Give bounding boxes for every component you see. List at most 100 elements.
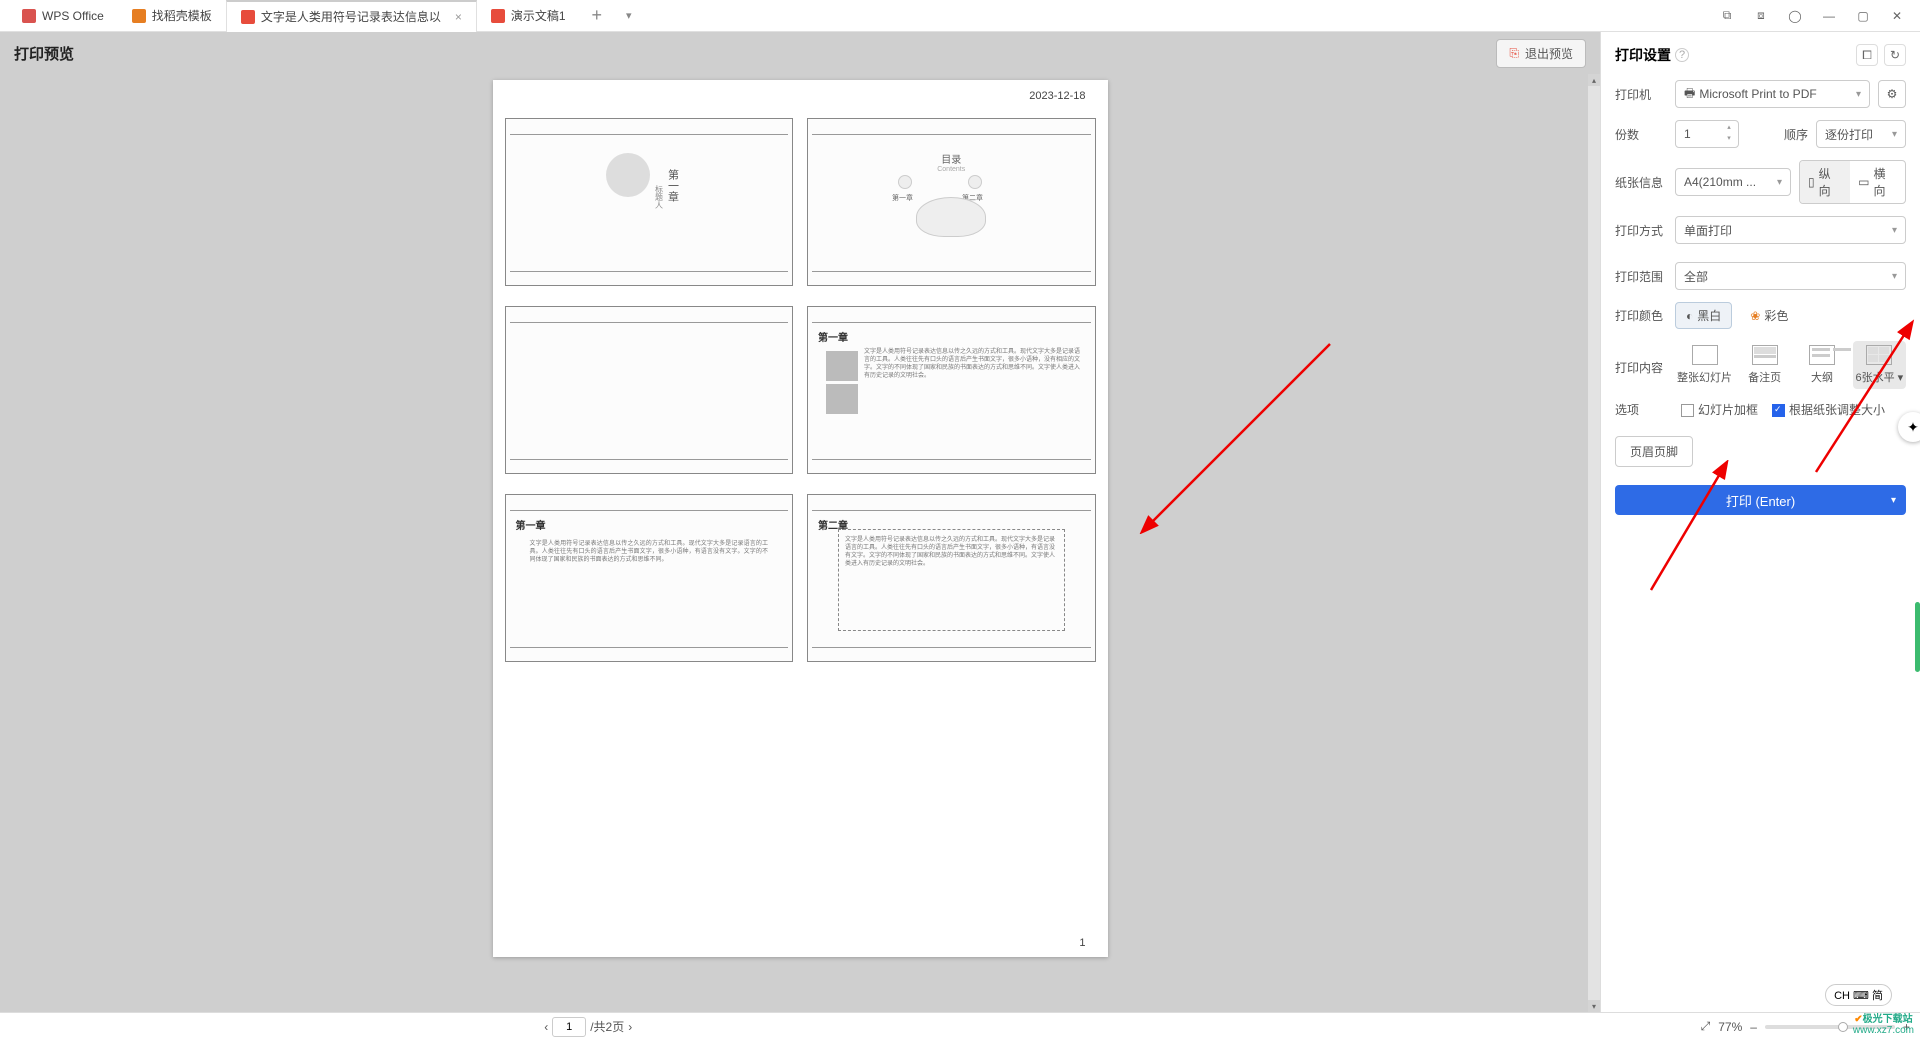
tab-wps[interactable]: WPS Office <box>8 0 118 32</box>
exit-preview-button[interactable]: ⎘ 退出预览 <box>1496 39 1586 68</box>
vertical-scrollbar[interactable]: ▴ ▾ <box>1588 74 1600 1012</box>
annotation-arrow-3 <box>1621 460 1741 600</box>
method-select[interactable]: 单面打印 ▾ <box>1675 216 1906 244</box>
close-icon[interactable]: × <box>455 10 462 24</box>
page-prev-icon[interactable]: ‹ <box>544 1020 548 1034</box>
ime-indicator[interactable]: CH ⌨ 简 <box>1825 984 1892 1006</box>
ai-assistant-icon[interactable]: ✦ <box>1898 412 1920 442</box>
page-total: /共2页 <box>590 1018 624 1035</box>
cube-icon[interactable]: ⧈ <box>1746 4 1776 28</box>
refresh-icon[interactable]: ↻ <box>1884 44 1906 66</box>
order-label: 顺序 <box>1784 126 1808 143</box>
portrait-icon: ▯ <box>1808 175 1815 189</box>
watermark: ✔极光下载站 www.xz7.com <box>1853 1014 1914 1036</box>
sidebar-toggle-icon[interactable]: ⧉ <box>1712 4 1742 28</box>
layout-icon[interactable]: ⧠ <box>1856 44 1878 66</box>
order-select[interactable]: 逐份打印 ▾ <box>1816 120 1906 148</box>
copies-value: 1 <box>1684 127 1691 141</box>
slide-thumb-1: 第一章 标题人 <box>505 118 794 286</box>
ppt-icon <box>491 9 505 23</box>
chevron-down-icon: ▾ <box>1892 225 1897 236</box>
range-value: 全部 <box>1684 268 1708 285</box>
page-date: 2023-12-18 <box>1029 90 1085 102</box>
new-tab-button[interactable]: + <box>580 5 615 26</box>
fit-icon[interactable]: ⤢ <box>1701 1019 1711 1034</box>
scroll-up-icon[interactable]: ▴ <box>1588 74 1600 86</box>
opt-frame-checkbox[interactable]: 幻灯片加框 <box>1681 401 1758 418</box>
slide-thumb-4: 第一章 文字是人类用符号记录表达信息以传之久远的方式和工具。现代文字大多是记录语… <box>807 306 1096 474</box>
paper-value: A4(210mm ... <box>1684 175 1756 189</box>
settings-title: 打印设置 <box>1615 45 1671 65</box>
landscape-icon: ▭ <box>1858 175 1869 189</box>
orientation-portrait[interactable]: ▯纵向 <box>1800 161 1850 203</box>
preview-panel: 打印预览 ⎘ 退出预览 2023-12-18 1 第一章 <box>0 32 1600 1012</box>
tab-presentation[interactable]: 演示文稿1 <box>477 0 580 32</box>
preview-title: 打印预览 <box>14 43 74 64</box>
printer-select[interactable]: 🖶 Microsoft Print to PDF ▾ <box>1675 80 1870 108</box>
status-bar: ‹ /共2页 › ⤢ 77% – + <box>0 1012 1920 1040</box>
color-icon: ❀ <box>1750 309 1760 323</box>
printer-label: 打印机 <box>1615 86 1667 103</box>
chevron-down-icon: ▾ <box>1856 89 1861 100</box>
slide-thumb-2: 目录 Contents 第一章 第二章 <box>807 118 1096 286</box>
header-footer-button[interactable]: 页眉页脚 <box>1615 436 1693 467</box>
exit-icon: ⎘ <box>1509 46 1519 61</box>
zoom-value: 77% <box>1718 1020 1742 1034</box>
zoom-slider-knob[interactable] <box>1838 1022 1848 1032</box>
preview-page: 2023-12-18 1 第一章 标题人 <box>493 80 1108 957</box>
color-label: 打印颜色 <box>1615 307 1667 324</box>
content-label: 打印内容 <box>1615 359 1667 376</box>
thumbnail-grid: 第一章 标题人 目录 Contents 第一章 第二章 <box>505 118 1096 662</box>
content-outline[interactable]: 大纲 <box>1795 341 1848 389</box>
content-full-slide[interactable]: 整张幻灯片 <box>1675 341 1734 389</box>
chevron-down-icon: ▾ <box>1892 129 1897 140</box>
zoom-out-icon[interactable]: – <box>1750 1020 1757 1034</box>
method-value: 单面打印 <box>1684 222 1732 239</box>
order-value: 逐份打印 <box>1825 126 1873 143</box>
avatar-icon[interactable]: ◯ <box>1780 4 1810 28</box>
range-select[interactable]: 全部 ▾ <box>1675 262 1906 290</box>
slide-thumb-6: 第二章 文字是人类用符号记录表达信息以传之久远的方式和工具。现代文字大多是记录语… <box>807 494 1096 662</box>
orientation-toggle[interactable]: ▯纵向 ▭横向 <box>1799 160 1906 204</box>
slide-thumb-3 <box>505 306 794 474</box>
template-icon <box>132 9 146 23</box>
paper-select[interactable]: A4(210mm ... ▾ <box>1675 168 1791 196</box>
help-icon[interactable]: ? <box>1675 48 1689 62</box>
range-label: 打印范围 <box>1615 268 1667 285</box>
tab-presentation-label: 演示文稿1 <box>511 7 566 24</box>
spin-down-icon[interactable]: ▾ <box>1722 134 1736 145</box>
spin-up-icon[interactable]: ▴ <box>1722 123 1736 134</box>
print-button-label: 打印 (Enter) <box>1726 491 1795 510</box>
tab-document[interactable]: 文字是人类用符号记录表达信息以 × <box>226 0 477 32</box>
preview-canvas[interactable]: 2023-12-18 1 第一章 标题人 <box>0 74 1600 1012</box>
page-next-icon[interactable]: › <box>628 1020 632 1034</box>
opt-fit-checkbox[interactable]: 根据纸张调整大小 <box>1772 401 1885 418</box>
close-button[interactable]: ✕ <box>1882 4 1912 28</box>
printer-value: Microsoft Print to PDF <box>1699 87 1816 101</box>
maximize-button[interactable]: ▢ <box>1848 4 1878 28</box>
method-label: 打印方式 <box>1615 222 1667 239</box>
tab-wps-label: WPS Office <box>42 9 104 23</box>
printer-settings-icon[interactable]: ⚙ <box>1878 80 1906 108</box>
minimize-button[interactable]: — <box>1814 4 1844 28</box>
page-number: 1 <box>1079 937 1085 949</box>
exit-preview-label: 退出预览 <box>1525 45 1573 62</box>
ppt-icon <box>241 10 255 24</box>
chevron-down-icon[interactable]: ▾ <box>1891 495 1896 506</box>
bw-icon: ◐ <box>1686 309 1693 323</box>
page-current-input[interactable] <box>552 1017 586 1037</box>
color-color-option[interactable]: ❀彩色 <box>1740 303 1798 328</box>
content-notes[interactable]: 备注页 <box>1738 341 1791 389</box>
tab-template-label: 找稻壳模板 <box>152 7 212 24</box>
title-tabbar: WPS Office 找稻壳模板 文字是人类用符号记录表达信息以 × 演示文稿1… <box>0 0 1920 32</box>
scroll-down-icon[interactable]: ▾ <box>1588 1000 1600 1012</box>
content-handout[interactable]: 6张水平 ▾ <box>1853 341 1906 389</box>
print-button[interactable]: 打印 (Enter) ▾ <box>1615 485 1906 515</box>
color-bw-option[interactable]: ◐黑白 <box>1675 302 1732 329</box>
page-navigator: ‹ /共2页 › <box>544 1017 632 1037</box>
copies-input[interactable]: 1 ▴▾ <box>1675 120 1739 148</box>
printer-icon: 🖶 <box>1684 84 1695 105</box>
orientation-landscape[interactable]: ▭横向 <box>1850 161 1905 203</box>
tab-menu-button[interactable]: ▾ <box>614 9 644 22</box>
tab-template[interactable]: 找稻壳模板 <box>118 0 226 32</box>
